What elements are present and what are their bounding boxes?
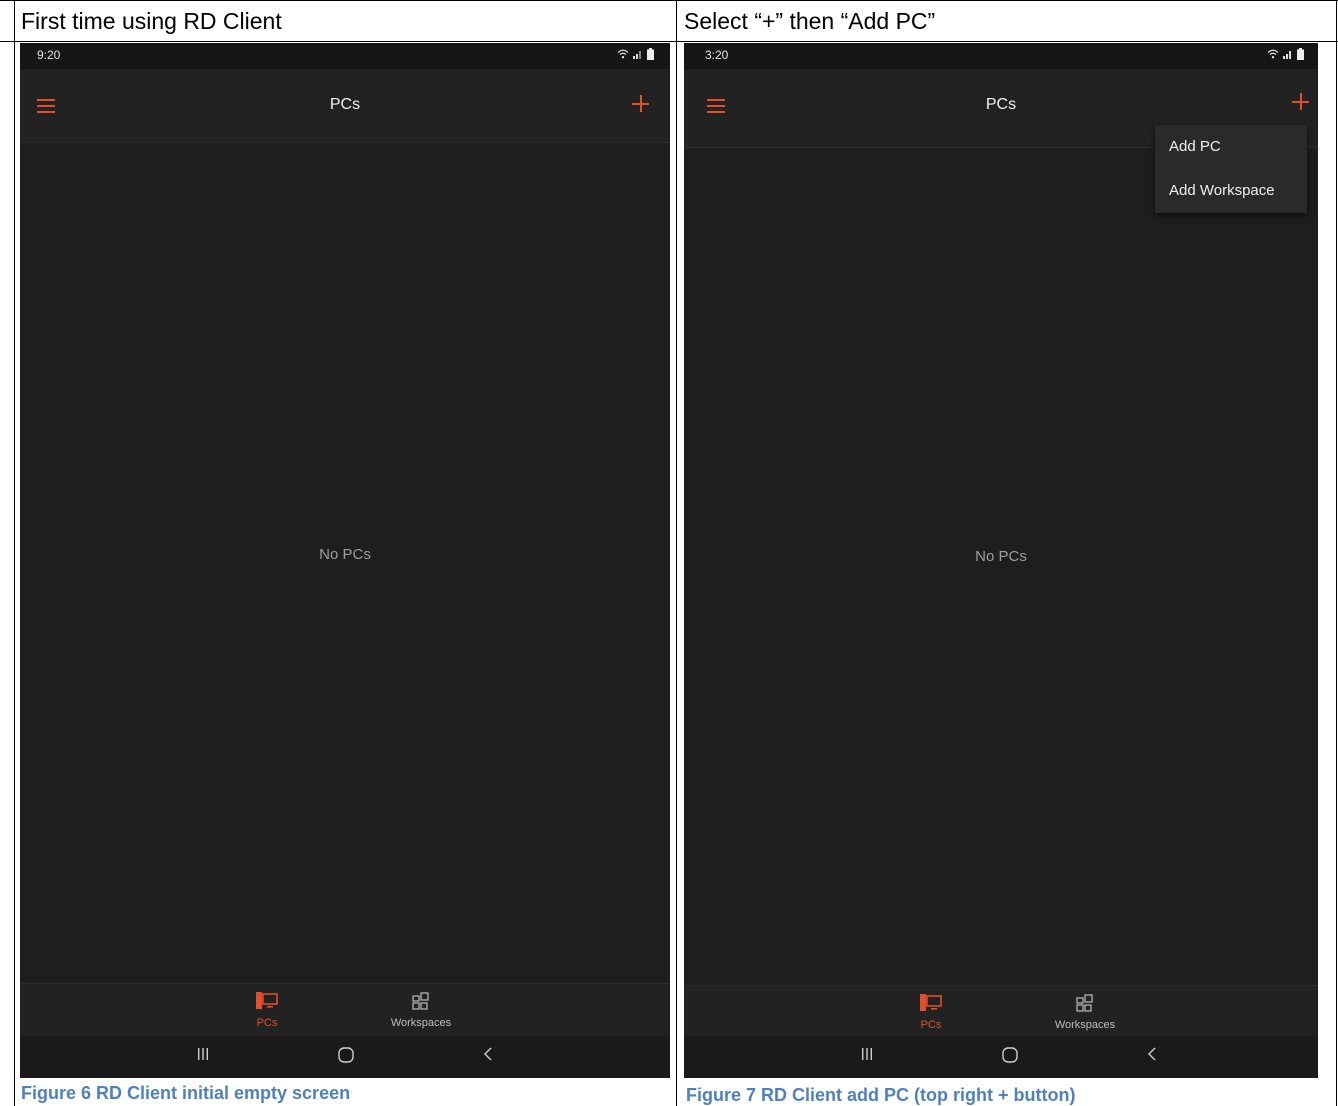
workspaces-icon (1076, 994, 1093, 1012)
pc-icon (256, 992, 278, 1009)
left-figure-caption: Figure 6 RD Client initial empty screen (21, 1083, 351, 1103)
recents-icon (198, 1048, 208, 1060)
nav-tab-workspaces[interactable]: Workspaces (371, 992, 471, 1029)
nav-tab-pcs[interactable]: PCs (881, 994, 981, 1031)
wifi-icon (1267, 49, 1279, 59)
table-top-border (0, 0, 1338, 1)
workspaces-icon (412, 992, 429, 1010)
status-time: 9:20 (37, 48, 61, 62)
home-icon (1002, 1047, 1018, 1063)
table-left-border (14, 0, 15, 1106)
page-title: PCs (329, 96, 361, 113)
system-navigation-bar (684, 1036, 1318, 1078)
signal-icon (633, 51, 641, 59)
nav-tab-workspaces[interactable]: Workspaces (1035, 994, 1135, 1031)
recents-icon (862, 1048, 872, 1060)
table-center-border (676, 0, 677, 1106)
empty-state-text: No PCs (319, 546, 371, 563)
add-icon[interactable] (1290, 91, 1312, 113)
back-button[interactable] (1137, 1046, 1167, 1068)
home-icon (338, 1047, 354, 1063)
nav-tab-pcs[interactable]: PCs (217, 992, 317, 1029)
status-bar: 3:20 (684, 43, 1318, 69)
add-dropdown-menu: Add PC Add Workspace (1155, 125, 1307, 213)
back-icon (1148, 1047, 1156, 1061)
recents-button[interactable] (188, 1046, 218, 1068)
back-icon (484, 1047, 492, 1061)
app-bar: PCs (20, 69, 670, 143)
status-icons (617, 47, 654, 61)
menu-item-add-pc[interactable]: Add PC (1155, 125, 1307, 169)
menu-item-add-workspace[interactable]: Add Workspace (1155, 169, 1307, 213)
nav-tab-pcs-label: PCs (256, 1017, 278, 1029)
home-button[interactable] (331, 1046, 361, 1068)
right-figure-caption: Figure 7 RD Client add PC (top right + b… (686, 1085, 1076, 1105)
bottom-navigation: PCs Workspaces (20, 983, 670, 1038)
status-icons (1267, 47, 1304, 61)
pc-icon (920, 994, 942, 1011)
status-bar: 9:20 (20, 43, 670, 69)
wifi-icon (617, 49, 629, 59)
nav-tab-workspaces-label: Workspaces (1054, 1019, 1116, 1031)
left-column-header: First time using RD Client (21, 8, 282, 34)
phone-screenshot-add-menu: 3:20 PCs Add PC Add Workspace No PCs PCs (684, 43, 1318, 1078)
empty-state-text: No PCs (975, 548, 1027, 565)
recents-button[interactable] (852, 1046, 882, 1068)
table-right-border (1336, 0, 1337, 1106)
right-column-header: Select “+” then “Add PC” (684, 8, 936, 34)
page-title: PCs (985, 96, 1017, 113)
phone-screenshot-initial: 9:20 PCs No PCs PCs Workspaces (20, 43, 670, 1078)
nav-tab-pcs-label: PCs (920, 1019, 942, 1031)
battery-icon (647, 48, 654, 60)
battery-icon (1297, 48, 1304, 60)
signal-icon (1283, 51, 1291, 59)
home-button[interactable] (995, 1046, 1025, 1068)
header-row-border (0, 41, 1338, 42)
add-icon[interactable] (630, 93, 652, 115)
status-time: 3:20 (705, 48, 729, 62)
back-button[interactable] (473, 1046, 503, 1068)
nav-tab-workspaces-label: Workspaces (390, 1017, 452, 1029)
system-navigation-bar (20, 1036, 670, 1078)
bottom-navigation: PCs Workspaces (684, 985, 1318, 1040)
